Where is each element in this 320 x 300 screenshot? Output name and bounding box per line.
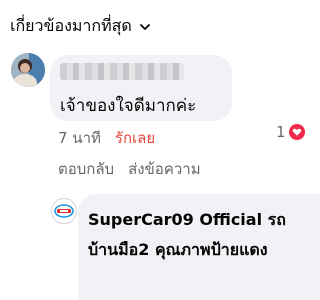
commenter-avatar[interactable] bbox=[11, 53, 45, 87]
comment-time[interactable]: 7 นาที bbox=[58, 126, 101, 150]
page-logo bbox=[54, 204, 74, 218]
commenter-name-redacted[interactable] bbox=[60, 63, 184, 80]
sort-dropdown[interactable]: เกี่ยวข้องมากที่สุด bbox=[10, 14, 151, 39]
chevron-down-icon bbox=[139, 23, 150, 30]
send-message-button[interactable]: ส่งข้อความ bbox=[128, 157, 201, 181]
comment-actions: ตอบกลับ ส่งข้อความ bbox=[58, 157, 201, 181]
reply-bubble: SuperCar09 Official รถบ้านมือ2 คุณภาพป้า… bbox=[78, 194, 320, 300]
reply-text: SuperCar09 Official รถบ้านมือ2 คุณภาพป้า… bbox=[88, 210, 286, 259]
comment-meta: 7 นาที รักเลย bbox=[58, 126, 155, 150]
sort-label: เกี่ยวข้องมากที่สุด bbox=[10, 16, 132, 35]
like-button[interactable]: รักเลย bbox=[115, 126, 155, 150]
comment-text: เจ้าของใจดีมากค่ะ bbox=[60, 96, 197, 116]
reply-button[interactable]: ตอบกลับ bbox=[58, 157, 114, 181]
reaction-count: 1 bbox=[276, 123, 286, 141]
heart-icon bbox=[287, 123, 306, 141]
profile-photo bbox=[11, 53, 45, 87]
comment-bubble: เจ้าของใจดีมากค่ะ bbox=[50, 55, 232, 121]
page-avatar[interactable] bbox=[51, 198, 77, 224]
reaction-summary[interactable]: 1 bbox=[276, 123, 306, 141]
